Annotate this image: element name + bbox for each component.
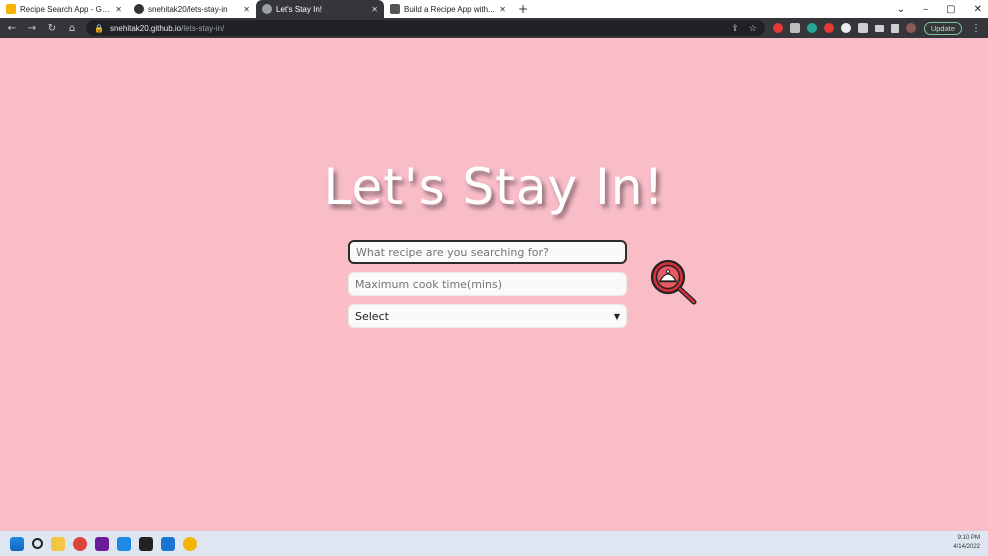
chrome-icon[interactable] [183, 536, 197, 551]
windows-start-icon[interactable] [10, 536, 24, 551]
tab-title: Recipe Search App - Goog... [20, 4, 111, 14]
minimize-icon[interactable]: – [923, 4, 928, 15]
tab-title: snehitak20/lets-stay-in [148, 4, 228, 14]
close-icon[interactable]: ✕ [371, 5, 378, 14]
back-icon[interactable]: ← [6, 23, 18, 34]
select-value: Select [355, 309, 389, 323]
tab-favicon-icon [6, 4, 16, 14]
slack-icon[interactable] [95, 536, 109, 551]
page-title: Let's Stay In! [323, 158, 665, 216]
browser-toolbar: ← → ↻ ⌂ 🔒 snehitak20.github.io/lets-stay… [0, 18, 988, 38]
recipe-search-input[interactable] [348, 240, 627, 264]
clock-time: 9:10 PM [957, 535, 980, 541]
close-window-icon[interactable]: ✕ [974, 4, 982, 15]
os-taskbar [0, 531, 988, 556]
extension-icon[interactable] [823, 23, 834, 33]
photos-icon[interactable] [161, 536, 175, 551]
extension-icon[interactable] [789, 23, 800, 33]
file-explorer-icon[interactable] [51, 536, 65, 551]
more-menu-icon[interactable]: ⋮ [970, 23, 982, 34]
update-button[interactable]: Update [923, 21, 962, 35]
chevron-down-icon[interactable]: ⌄ [897, 4, 905, 15]
globe-icon [262, 4, 272, 14]
maximize-icon[interactable]: ▢ [946, 4, 955, 15]
tab-4[interactable]: Build a Recipe App with... ✕ [384, 0, 512, 18]
address-path: /lets-stay-in/ [181, 23, 225, 33]
side-panel-icon[interactable] [890, 23, 899, 33]
tab-1[interactable]: Recipe Search App - Goog... ✕ [0, 0, 128, 18]
clock-date: 4/14/2022 [953, 544, 980, 550]
extension-icon[interactable] [840, 23, 851, 33]
window-controls: ⌄ – ▢ ✕ [897, 0, 982, 18]
avatar[interactable] [905, 23, 916, 33]
share-icon[interactable]: ⇪ [731, 23, 739, 34]
lock-icon: 🔒 [94, 23, 104, 33]
search-icon[interactable] [32, 538, 43, 549]
page-body: Let's Stay In! Select ▼ [0, 38, 988, 531]
extension-icon[interactable] [772, 23, 783, 33]
tab-2[interactable]: snehitak20/lets-stay-in ✕ [128, 0, 256, 18]
browser-tab-strip: Recipe Search App - Goog... ✕ snehitak20… [0, 0, 988, 18]
terminal-icon[interactable] [139, 536, 153, 551]
reload-icon[interactable]: ↻ [46, 23, 58, 34]
max-cook-time-input[interactable] [348, 272, 627, 296]
system-clock[interactable]: 9:10 PM 4/14/2022 [953, 534, 980, 552]
vscode-icon[interactable] [117, 536, 131, 551]
close-icon[interactable]: ✕ [243, 5, 250, 14]
github-icon [134, 4, 144, 14]
search-icon[interactable] [650, 259, 698, 305]
close-icon[interactable]: ✕ [115, 5, 122, 14]
chrome-icon[interactable] [73, 536, 87, 551]
puzzle-icon[interactable] [857, 23, 868, 33]
extension-icon[interactable] [806, 23, 817, 33]
filter-select[interactable]: Select ▼ [348, 304, 627, 328]
reading-list-icon[interactable] [874, 24, 884, 32]
chevron-down-icon: ▼ [613, 311, 620, 321]
tab-favicon-icon [390, 4, 400, 14]
tab-title: Build a Recipe App with... [404, 4, 495, 14]
address-host: snehitak20.github.io [109, 23, 182, 33]
home-icon[interactable]: ⌂ [66, 23, 78, 34]
tab-3-active[interactable]: Let's Stay In! ✕ [256, 0, 384, 18]
tab-title: Let's Stay In! [276, 4, 322, 14]
new-tab-button[interactable]: + [512, 0, 534, 18]
star-icon[interactable]: ☆ [749, 23, 757, 34]
address-bar[interactable]: 🔒 snehitak20.github.io/lets-stay-in/ ⇪ ☆ [86, 20, 765, 36]
forward-icon[interactable]: → [26, 23, 38, 34]
close-icon[interactable]: ✕ [499, 5, 506, 14]
extensions-area [772, 23, 916, 33]
